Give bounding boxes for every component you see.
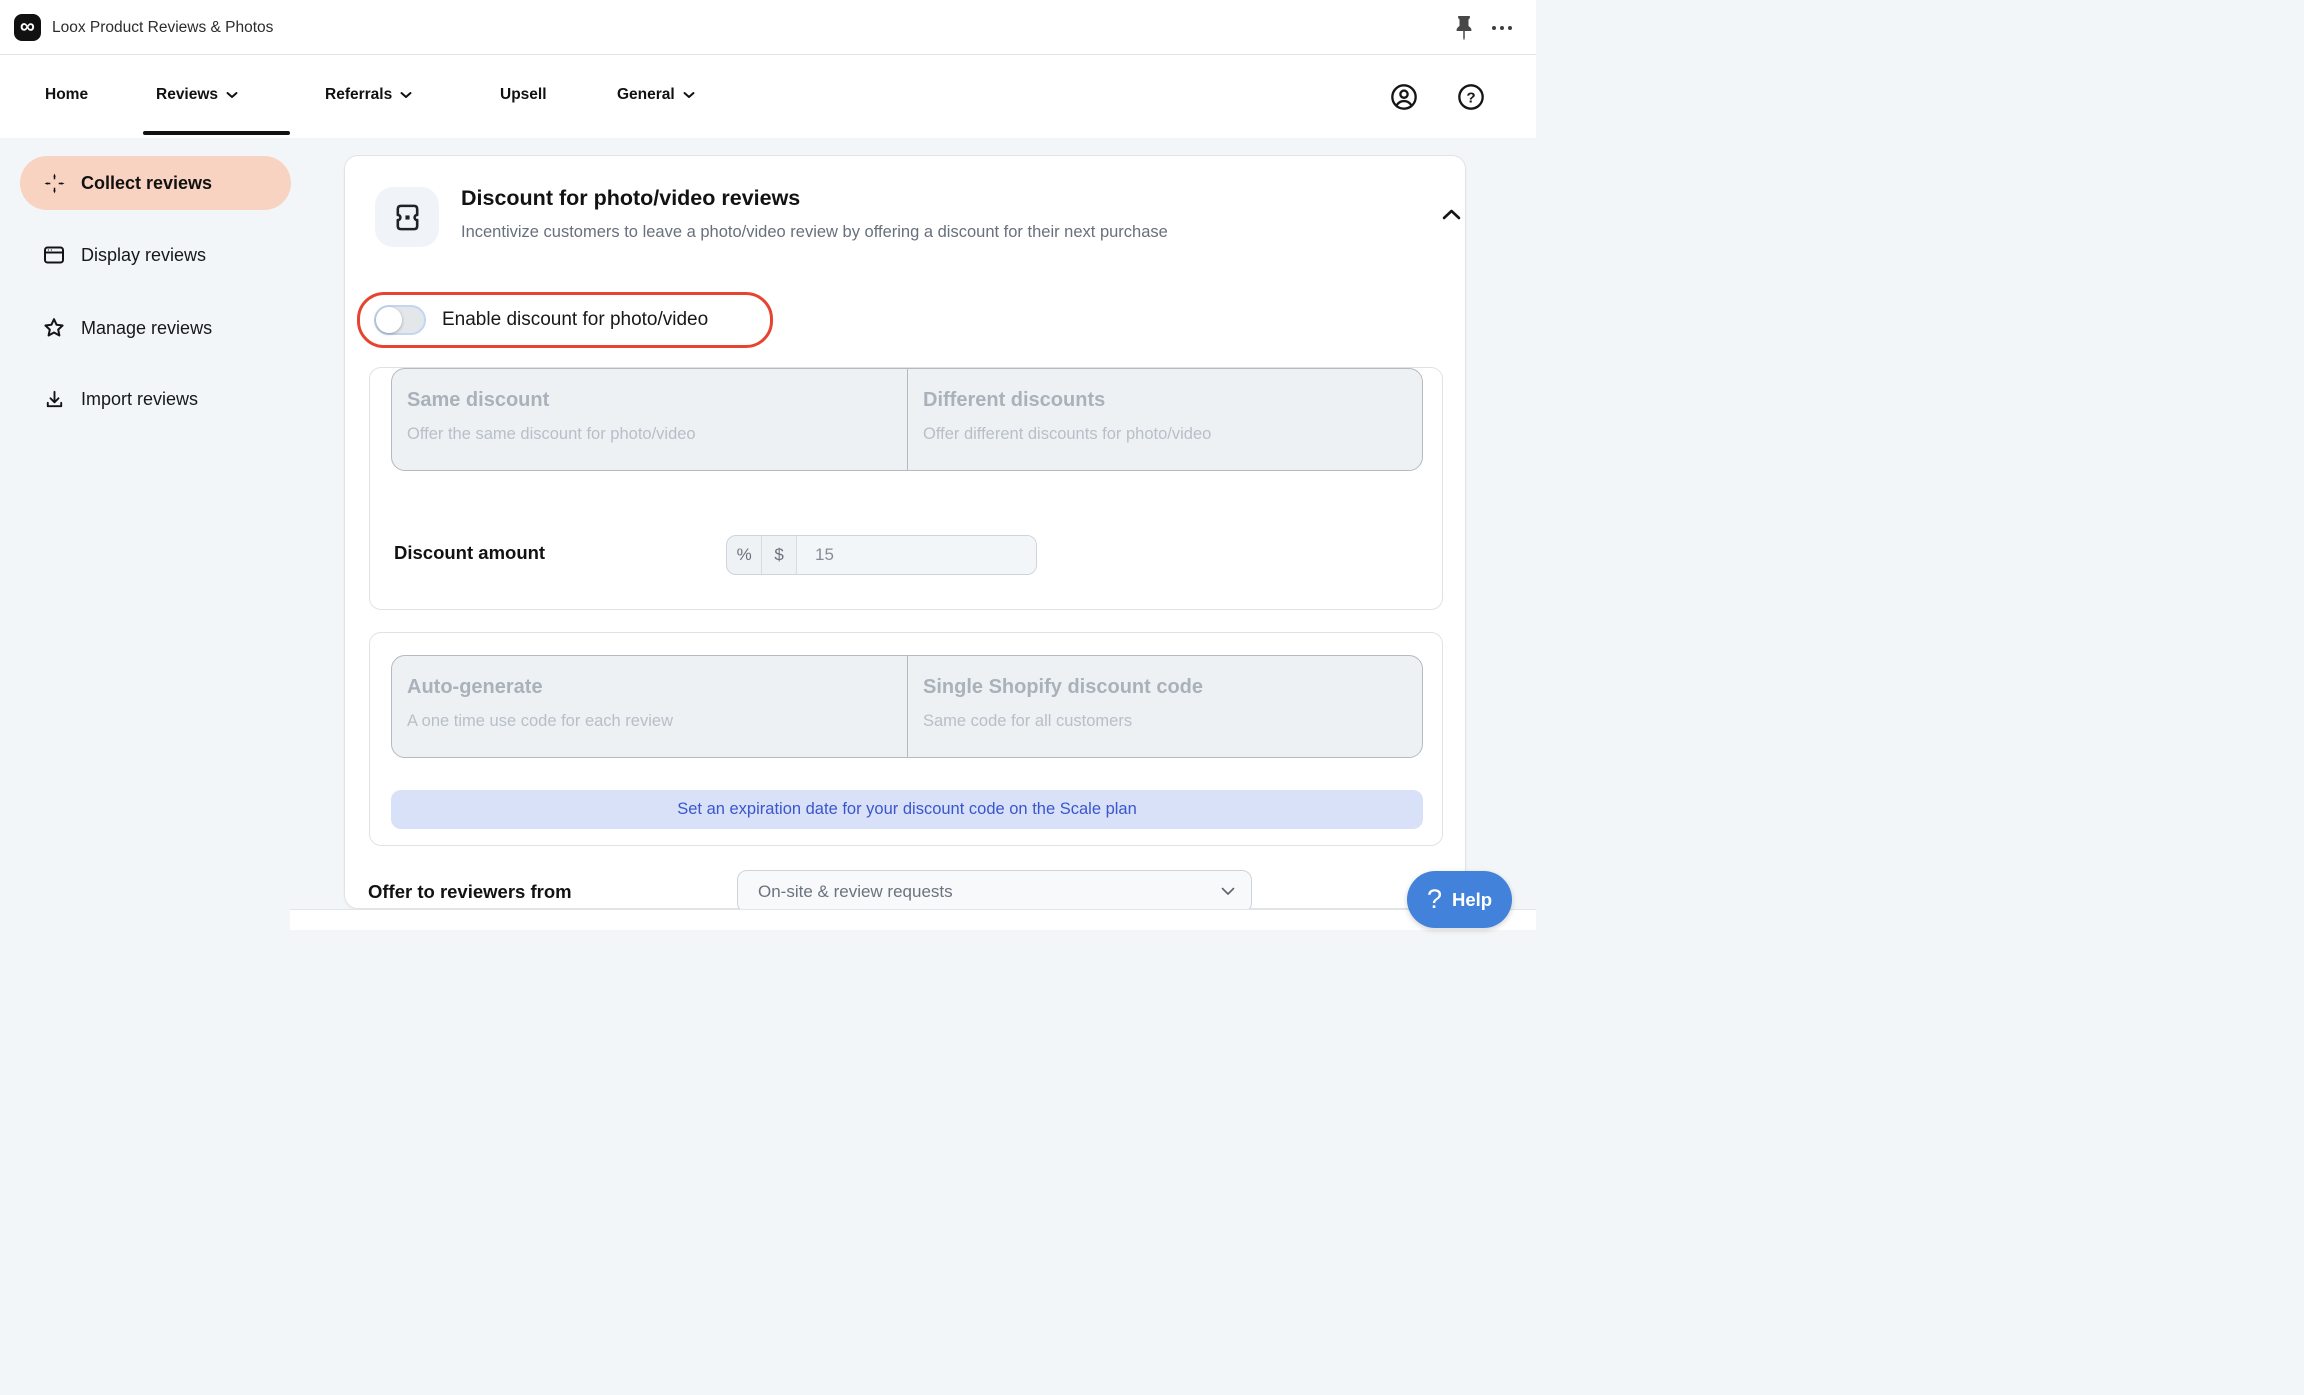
chevron-up-icon[interactable] xyxy=(1437,200,1465,228)
app-title: Loox Product Reviews & Photos xyxy=(52,0,273,55)
code-type-segmented-control: Auto-generate A one time use code for ea… xyxy=(391,655,1423,758)
option-different-discounts[interactable]: Different discounts Offer different disc… xyxy=(907,369,1422,470)
option-title: Different discounts xyxy=(923,389,1422,412)
nav-reviews-label: Reviews xyxy=(156,86,218,104)
help-circle-icon[interactable]: ? xyxy=(1457,83,1485,111)
annotation-highlight-box: Enable discount for photo/video xyxy=(357,292,773,348)
help-circle-glyph: ? xyxy=(1466,89,1475,106)
sidebar-item-label: Manage reviews xyxy=(81,318,212,339)
chevron-down-icon xyxy=(1221,883,1235,901)
app-nav: Home Reviews Referrals Upsell General ? xyxy=(0,55,1536,138)
pin-icon[interactable] xyxy=(1452,16,1476,40)
offer-from-select[interactable]: On-site & review requests xyxy=(737,870,1252,913)
discount-type-section: Same discount Offer the same discount fo… xyxy=(369,367,1443,610)
option-title: Same discount xyxy=(407,389,907,412)
active-tab-underline xyxy=(143,131,290,135)
sidebar-item-label: Display reviews xyxy=(81,245,206,266)
sidebar-item-manage-reviews[interactable]: Manage reviews xyxy=(20,301,291,355)
offer-from-label: Offer to reviewers from xyxy=(368,881,572,903)
nav-general[interactable]: General xyxy=(617,55,695,135)
option-single-shopify-code[interactable]: Single Shopify discount code Same code f… xyxy=(907,656,1422,757)
sidebar-item-import-reviews[interactable]: Import reviews xyxy=(20,372,291,426)
browser-window-icon xyxy=(42,243,66,267)
scale-plan-upsell-banner[interactable]: Set an expiration date for your discount… xyxy=(391,790,1423,829)
question-mark-icon: ? xyxy=(1427,884,1442,915)
option-description: A one time use code for each review xyxy=(407,712,907,731)
chevron-down-icon xyxy=(683,91,695,99)
nav-referrals[interactable]: Referrals xyxy=(325,55,412,135)
star-icon xyxy=(42,316,66,340)
discount-settings-card: Discount for photo/video reviews Incenti… xyxy=(344,155,1466,909)
card-subtitle: Incentivize customers to leave a photo/v… xyxy=(461,223,1168,242)
option-description: Offer the same discount for photo/video xyxy=(407,425,907,444)
toggle-knob xyxy=(376,307,402,333)
collect-arrows-icon xyxy=(42,171,66,195)
sidebar-item-label: Collect reviews xyxy=(81,173,212,194)
percent-unit-button[interactable]: % xyxy=(727,536,761,574)
card-title: Discount for photo/video reviews xyxy=(461,186,800,211)
discount-amount-input[interactable] xyxy=(796,536,1036,574)
nav-general-label: General xyxy=(617,86,675,104)
discount-code-section: Auto-generate A one time use code for ea… xyxy=(369,632,1443,846)
chevron-down-icon xyxy=(400,91,412,99)
option-description: Same code for all customers xyxy=(923,712,1422,731)
option-auto-generate[interactable]: Auto-generate A one time use code for ea… xyxy=(392,656,907,757)
nav-upsell[interactable]: Upsell xyxy=(500,55,547,135)
help-button-label: Help xyxy=(1452,889,1492,911)
chevron-down-icon xyxy=(226,91,238,99)
content-bottom-edge xyxy=(290,909,1536,930)
app-bar: ∞ Loox Product Reviews & Photos xyxy=(0,0,1536,55)
nav-home[interactable]: Home xyxy=(45,55,88,135)
enable-discount-toggle[interactable] xyxy=(374,305,426,335)
option-title: Auto-generate xyxy=(407,676,907,699)
sidebar-item-label: Import reviews xyxy=(81,389,198,410)
ticket-icon xyxy=(375,187,439,247)
discount-amount-label: Discount amount xyxy=(394,542,545,564)
nav-home-label: Home xyxy=(45,86,88,104)
sidebar-item-display-reviews[interactable]: Display reviews xyxy=(20,228,291,282)
nav-referrals-label: Referrals xyxy=(325,86,392,104)
offer-from-selected-value: On-site & review requests xyxy=(758,882,1221,902)
help-button[interactable]: ? Help xyxy=(1407,871,1512,928)
overflow-menu-icon[interactable] xyxy=(1489,16,1515,40)
option-same-discount[interactable]: Same discount Offer the same discount fo… xyxy=(392,369,907,470)
dollar-unit-button[interactable]: $ xyxy=(761,536,796,574)
account-icon[interactable] xyxy=(1390,83,1418,111)
sidebar-item-collect-reviews[interactable]: Collect reviews xyxy=(20,156,291,210)
nav-upsell-label: Upsell xyxy=(500,86,547,104)
option-description: Offer different discounts for photo/vide… xyxy=(923,425,1422,444)
option-title: Single Shopify discount code xyxy=(923,676,1422,699)
nav-reviews[interactable]: Reviews xyxy=(156,55,238,135)
loox-logo-icon: ∞ xyxy=(14,14,41,41)
discount-type-segmented-control: Same discount Offer the same discount fo… xyxy=(391,368,1423,471)
download-icon xyxy=(42,387,66,411)
discount-amount-control: % $ xyxy=(726,535,1037,575)
enable-discount-toggle-label: Enable discount for photo/video xyxy=(442,309,708,331)
